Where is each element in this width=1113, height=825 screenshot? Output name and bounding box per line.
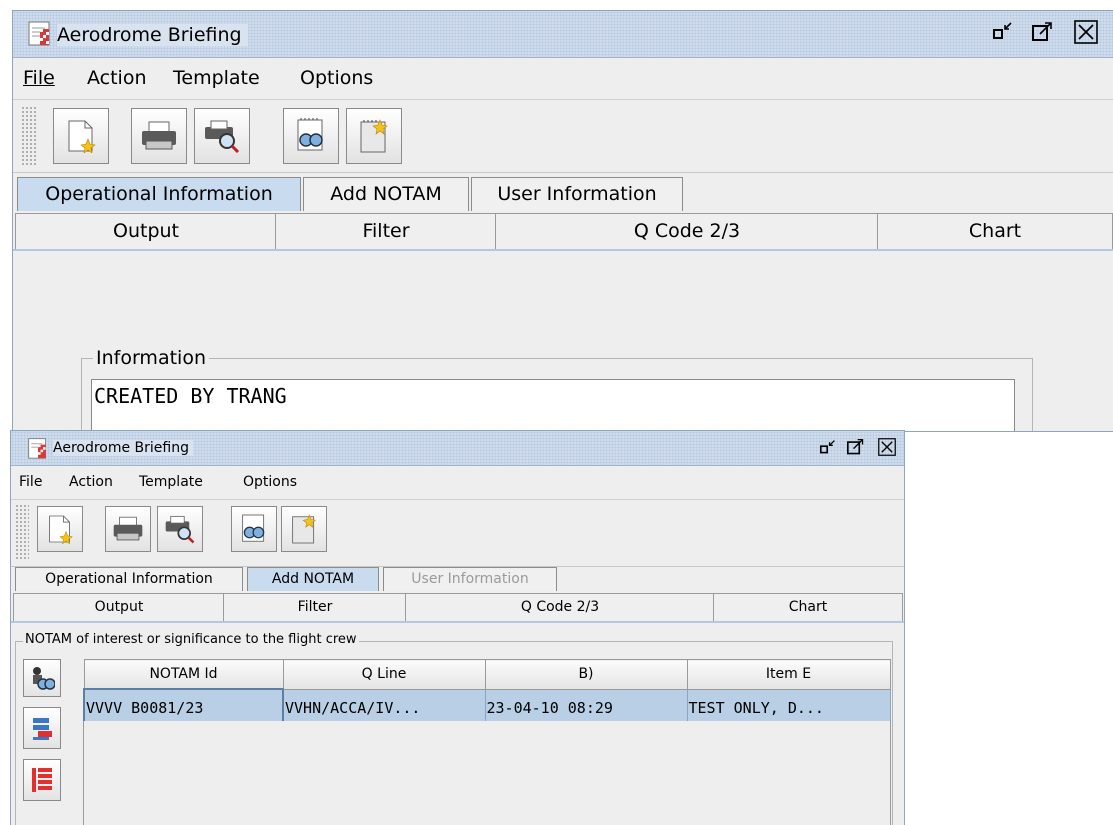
tab-label: Filter [362,220,410,242]
tab-operational-information[interactable]: Operational Information [15,567,243,591]
information-label: Information [93,347,209,369]
toolbar [13,99,1113,173]
information-text: CREATED BY TRANG [94,384,287,408]
tab-label: Q Code 2/3 [633,220,741,242]
menu-options[interactable]: Options [300,67,373,89]
menu-action[interactable]: Action [69,474,113,490]
menu-template[interactable]: Template [173,67,260,89]
tab-chart[interactable]: Chart [713,593,903,621]
column-header-b[interactable]: B) [484,659,688,690]
sub-tabs: Output Filter Q Code 2/3 Chart [13,211,1113,249]
table-empty-area[interactable] [83,721,891,825]
tab-filter[interactable]: Filter [275,213,497,249]
tab-label: Output [113,220,179,242]
front-window: Aerodrome Briefing File Action Template … [10,430,905,825]
tab-output[interactable]: Output [15,213,277,249]
tab-label: Add NOTAM [271,571,355,587]
tab-label: Chart [788,599,828,615]
tab-label: Operational Information [45,183,273,205]
toolbar [11,499,904,567]
new-document-icon[interactable] [53,108,109,164]
close-icon[interactable] [1073,20,1099,46]
notam-table[interactable]: NOTAM Id Q Line B) Item E VVVV B0081/23 … [83,659,891,728]
column-header-q-line[interactable]: Q Line [282,659,486,690]
tab-label: User Information [411,571,529,587]
restore-icon[interactable] [991,21,1015,45]
toolbar-grip[interactable] [15,504,29,560]
print-preview-icon[interactable] [157,506,203,552]
tab-filter[interactable]: Filter [223,593,407,621]
operational-information-panel: Information CREATED BY TRANG [13,249,1113,431]
toolbar-grip[interactable] [21,106,37,166]
tab-label: Chart [968,220,1022,242]
search-notam-icon[interactable] [23,659,61,697]
main-tabs: Operational Information Add NOTAM User I… [11,565,904,591]
tab-label: Add NOTAM [330,183,442,205]
app-icon [27,19,53,51]
list-icon[interactable] [23,759,61,801]
tab-user-information[interactable]: User Information [471,177,683,211]
sub-tabs: Output Filter Q Code 2/3 Chart [11,591,904,621]
new-notam-icon[interactable] [281,506,327,552]
menu-options[interactable]: Options [243,474,297,490]
close-icon[interactable] [877,438,897,458]
menu-file[interactable]: File [19,474,42,490]
tab-chart[interactable]: Chart [877,213,1113,249]
tab-operational-information[interactable]: Operational Information [17,177,301,211]
find-icon[interactable] [283,108,339,164]
information-textarea[interactable]: CREATED BY TRANG [91,379,1015,431]
new-notam-icon[interactable] [346,108,402,164]
restore-icon[interactable] [819,439,837,457]
tab-output[interactable]: Output [13,593,225,621]
column-header-item-e[interactable]: Item E [686,659,891,690]
new-document-icon[interactable] [37,506,83,552]
print-icon[interactable] [131,108,187,164]
menu-template[interactable]: Template [139,474,203,490]
menu-bar: File Action Template Options [13,58,1113,98]
add-notam-panel: NOTAM of interest or significance to the… [11,621,904,825]
tab-q-code[interactable]: Q Code 2/3 [495,213,879,249]
menu-bar: File Action Template Options [11,466,904,498]
maximize-icon[interactable] [1031,21,1055,45]
tab-label: Output [94,599,144,615]
app-icon [27,436,49,464]
tab-add-notam[interactable]: Add NOTAM [247,567,379,591]
tab-label: User Information [497,183,657,205]
window-title: Aerodrome Briefing [53,440,194,456]
tab-user-information: User Information [383,567,557,591]
title-bar[interactable]: Aerodrome Briefing [11,431,904,466]
notam-group-label: NOTAM of interest or significance to the… [23,632,359,647]
window-title: Aerodrome Briefing [57,24,248,46]
column-header-notam-id[interactable]: NOTAM Id [83,659,284,690]
table-header-row: NOTAM Id Q Line B) Item E [83,659,891,690]
back-window: Aerodrome Briefing File Action Template … [12,10,1113,432]
menu-action[interactable]: Action [87,67,147,89]
tab-label: Filter [297,599,333,615]
tab-label: Operational Information [45,571,213,587]
tab-add-notam[interactable]: Add NOTAM [303,177,469,211]
select-row-icon[interactable] [23,707,61,749]
main-tabs: Operational Information Add NOTAM User I… [13,175,1113,211]
find-icon[interactable] [231,506,277,552]
print-icon[interactable] [105,506,151,552]
tab-q-code[interactable]: Q Code 2/3 [405,593,715,621]
title-bar[interactable]: Aerodrome Briefing [13,11,1113,58]
tab-label: Q Code 2/3 [520,599,600,615]
print-preview-icon[interactable] [194,108,250,164]
maximize-icon[interactable] [847,438,865,456]
menu-file[interactable]: File [23,67,55,89]
